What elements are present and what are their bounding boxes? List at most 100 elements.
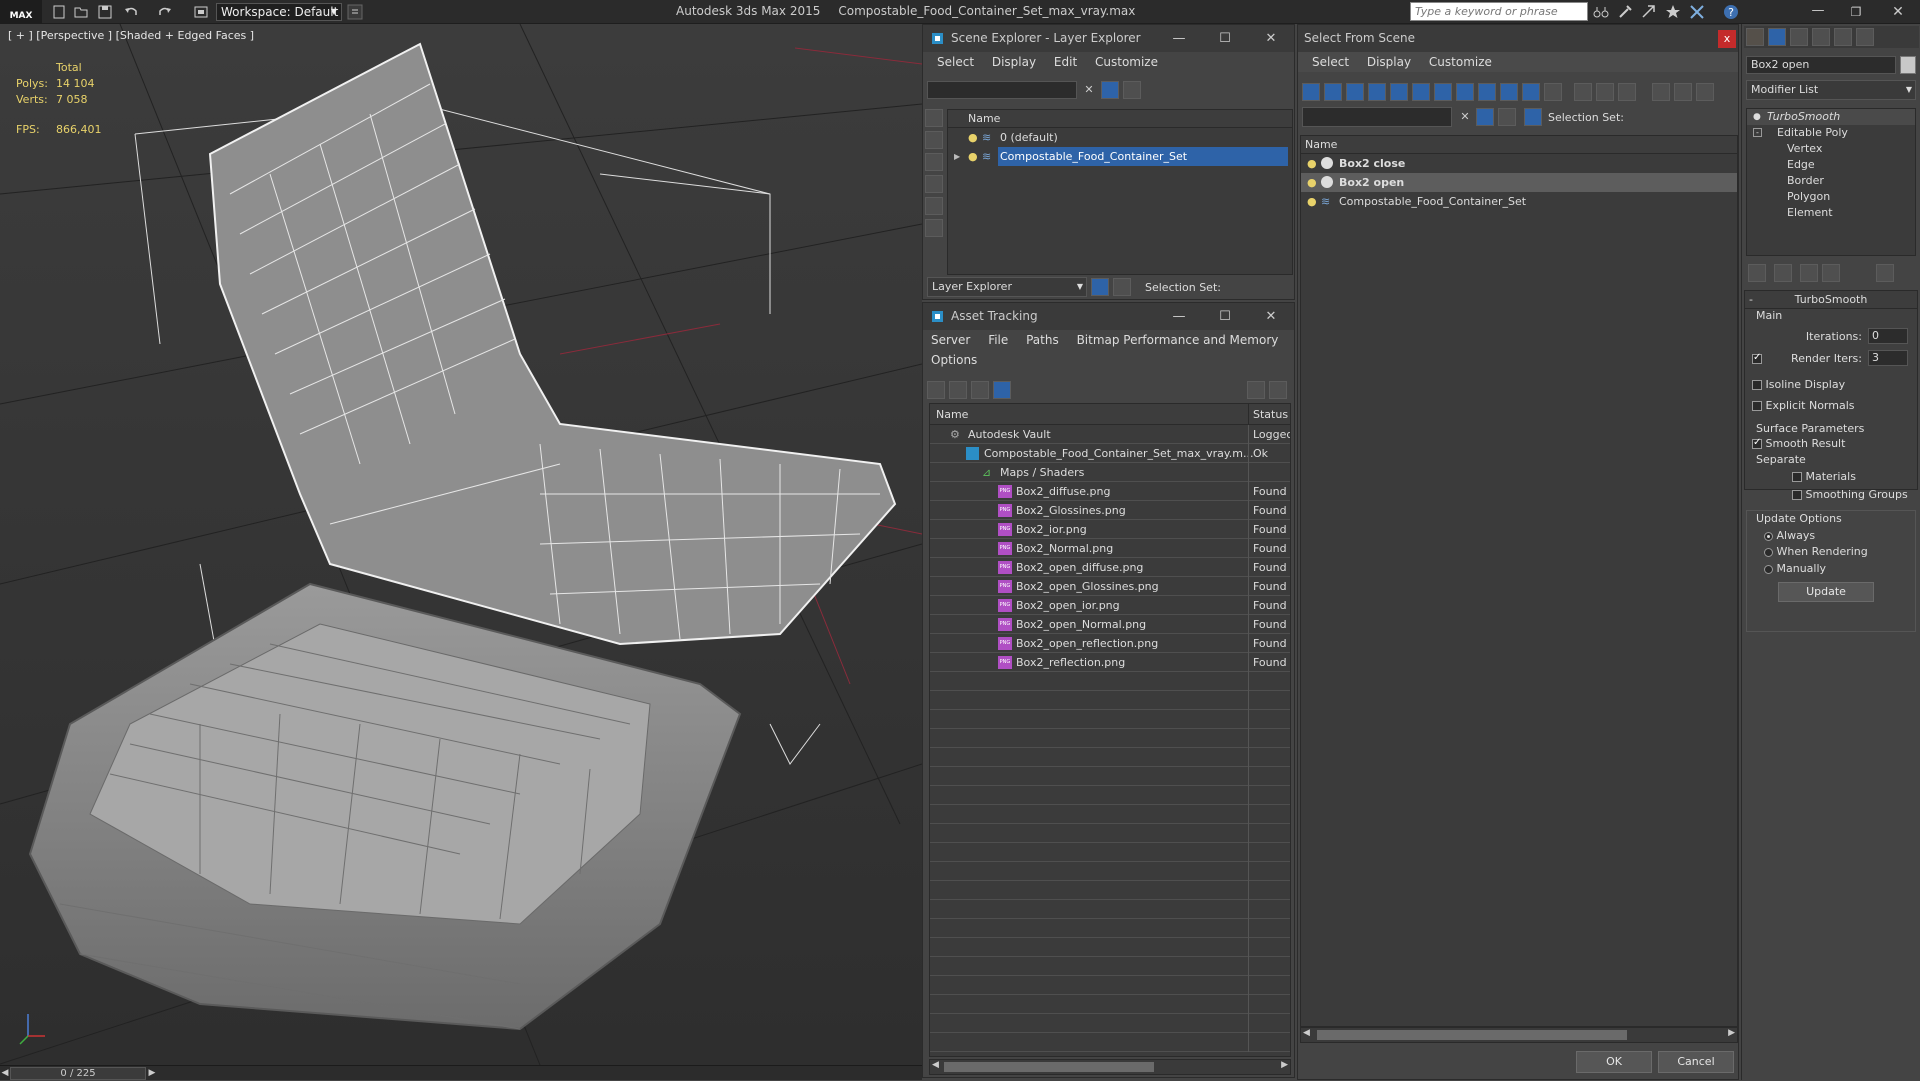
- cancel-button[interactable]: Cancel: [1658, 1051, 1734, 1073]
- star-icon[interactable]: [1664, 3, 1682, 21]
- display-geometry-icon[interactable]: [925, 109, 943, 127]
- scroll-right-icon[interactable]: ▶: [1728, 1028, 1735, 1038]
- layer-row[interactable]: ● ≋ 0 (default): [948, 128, 1292, 147]
- scroll-right-icon[interactable]: ▶: [1281, 1060, 1288, 1070]
- filter-helpers-icon[interactable]: [1390, 83, 1408, 101]
- lightbulb-icon[interactable]: ●: [1753, 109, 1761, 125]
- tools-icon[interactable]: [1616, 3, 1634, 21]
- layer-row[interactable]: ▶ ● ≋ Compostable_Food_Container_Set: [948, 147, 1292, 166]
- lightbulb-icon[interactable]: ●: [968, 147, 978, 166]
- scene-explorer-titlebar[interactable]: Scene Explorer - Layer Explorer — ☐ ✕: [923, 25, 1294, 52]
- smoothing-groups-check[interactable]: [1792, 490, 1802, 500]
- materials-checkbox[interactable]: Materials: [1792, 470, 1856, 483]
- manually-radio[interactable]: Manually: [1764, 562, 1826, 575]
- select-none-icon[interactable]: [1596, 83, 1614, 101]
- object-name-input[interactable]: Box2 open: [1746, 56, 1896, 74]
- always-radio[interactable]: Always: [1764, 529, 1815, 542]
- undo-icon[interactable]: [122, 3, 140, 21]
- menu-options[interactable]: Options: [931, 350, 977, 370]
- scrollbar-thumb[interactable]: [1317, 1030, 1627, 1040]
- menu-bitmap-performance[interactable]: Bitmap Performance and Memory: [1077, 330, 1279, 350]
- find-input[interactable]: [1302, 107, 1452, 127]
- layer-mode-icon[interactable]: [1091, 278, 1109, 296]
- smooth-result-checkbox[interactable]: Smooth Result: [1752, 437, 1845, 450]
- filter-icon[interactable]: [1101, 81, 1119, 99]
- menu-select[interactable]: Select: [1312, 52, 1349, 72]
- time-slider[interactable]: 0 / 225: [10, 1067, 146, 1080]
- when-rendering-radio-dot[interactable]: [1764, 547, 1773, 557]
- filter-icon[interactable]: [1476, 108, 1494, 126]
- pin-stack-icon[interactable]: [1748, 264, 1766, 282]
- asset-row[interactable]: PNG Box2_open_diffuse.png Found: [930, 558, 1290, 577]
- layer-icon[interactable]: [1498, 108, 1516, 126]
- render-iters-spinner[interactable]: 3: [1868, 350, 1908, 366]
- remove-modifier-icon[interactable]: [1822, 264, 1840, 282]
- filter-hidden-icon[interactable]: [1544, 83, 1562, 101]
- help-icon[interactable]: ?: [1722, 3, 1740, 21]
- display-helpers-icon[interactable]: [925, 197, 943, 215]
- filter-spacewarps-icon[interactable]: [1412, 83, 1430, 101]
- project-folder-icon[interactable]: [192, 3, 210, 21]
- object-color-swatch[interactable]: [1900, 56, 1916, 74]
- redo-icon[interactable]: [156, 3, 174, 21]
- app-logo[interactable]: MAX: [0, 0, 42, 24]
- modifier-list-dropdown[interactable]: Modifier List ▼: [1746, 80, 1916, 100]
- refresh-icon[interactable]: [927, 381, 945, 399]
- display-cameras-icon[interactable]: [925, 175, 943, 193]
- menu-display[interactable]: Display: [1367, 52, 1411, 72]
- isoline-check[interactable]: [1752, 380, 1762, 390]
- clear-icon[interactable]: ✕: [1081, 81, 1097, 99]
- scene-object-row[interactable]: ● ≋ Compostable_Food_Container_Set: [1301, 192, 1737, 211]
- turbosmooth-rollout-header[interactable]: - TurboSmooth: [1745, 291, 1917, 309]
- lightbulb-icon[interactable]: ●: [968, 128, 978, 147]
- maximize-button[interactable]: ☐: [1202, 303, 1248, 330]
- scene-object-row[interactable]: ● Box2 close: [1301, 154, 1737, 173]
- exchange-icon[interactable]: [1688, 3, 1706, 21]
- close-button[interactable]: ✕: [1248, 25, 1294, 52]
- always-radio-dot[interactable]: [1764, 531, 1773, 541]
- layer-options-icon[interactable]: [1123, 81, 1141, 99]
- asset-row[interactable]: PNG Box2_ior.png Found: [930, 520, 1290, 539]
- restore-button[interactable]: ❐: [1836, 0, 1876, 24]
- asset-row[interactable]: ⚙ Autodesk Vault Logged: [930, 425, 1290, 444]
- menu-file[interactable]: File: [988, 330, 1008, 350]
- explicit-normals-checkbox[interactable]: Explicit Normals: [1752, 399, 1855, 412]
- filter-containers-icon[interactable]: [1500, 83, 1518, 101]
- display-spacewarps-icon[interactable]: [925, 219, 943, 237]
- communication-icon[interactable]: [1640, 3, 1658, 21]
- explicit-normals-check[interactable]: [1752, 401, 1762, 411]
- filter-geometry-icon[interactable]: [1302, 83, 1320, 101]
- select-from-scene-titlebar[interactable]: Select From Scene x: [1298, 25, 1738, 52]
- menu-select[interactable]: Select: [937, 52, 974, 72]
- configure-modifier-sets-icon[interactable]: [1876, 264, 1894, 282]
- lightbulb-icon[interactable]: ●: [1307, 173, 1317, 192]
- scrollbar-thumb[interactable]: [944, 1062, 1154, 1072]
- asset-row[interactable]: PNG Box2_open_Normal.png Found: [930, 615, 1290, 634]
- prev-frame-icon[interactable]: ◀: [0, 1066, 10, 1081]
- subobject-level[interactable]: Edge: [1747, 157, 1915, 173]
- select-all-icon[interactable]: [1574, 83, 1592, 101]
- manually-radio-dot[interactable]: [1764, 564, 1773, 574]
- maximize-button[interactable]: ☐: [1202, 25, 1248, 52]
- asset-horizontal-scrollbar[interactable]: ◀ ▶: [929, 1059, 1291, 1075]
- filter-xrefs-icon[interactable]: [1456, 83, 1474, 101]
- scroll-left-icon[interactable]: ◀: [1303, 1028, 1310, 1038]
- asset-row[interactable]: PNG Box2_Normal.png Found: [930, 539, 1290, 558]
- open-file-icon[interactable]: [72, 3, 90, 21]
- lightbulb-icon[interactable]: ●: [1307, 192, 1317, 211]
- asset-tracking-titlebar[interactable]: Asset Tracking — ☐ ✕: [923, 303, 1294, 330]
- update-button[interactable]: Update: [1778, 582, 1874, 602]
- next-frame-icon[interactable]: ▶: [146, 1066, 158, 1081]
- menu-server[interactable]: Server: [931, 330, 970, 350]
- search-input[interactable]: Type a keyword or phrase: [1410, 2, 1588, 21]
- asset-row[interactable]: PNG Box2_reflection.png Found: [930, 653, 1290, 672]
- display-lights-icon[interactable]: [925, 153, 943, 171]
- menu-customize[interactable]: Customize: [1429, 52, 1492, 72]
- filter-bones-icon[interactable]: [1478, 83, 1496, 101]
- motion-tab-icon[interactable]: [1812, 28, 1830, 46]
- menu-paths[interactable]: Paths: [1026, 330, 1059, 350]
- hierarchy-view-icon[interactable]: [1674, 83, 1692, 101]
- close-button[interactable]: ✕: [1248, 303, 1294, 330]
- lightbulb-icon[interactable]: ●: [1307, 154, 1317, 173]
- options-icon[interactable]: [1696, 83, 1714, 101]
